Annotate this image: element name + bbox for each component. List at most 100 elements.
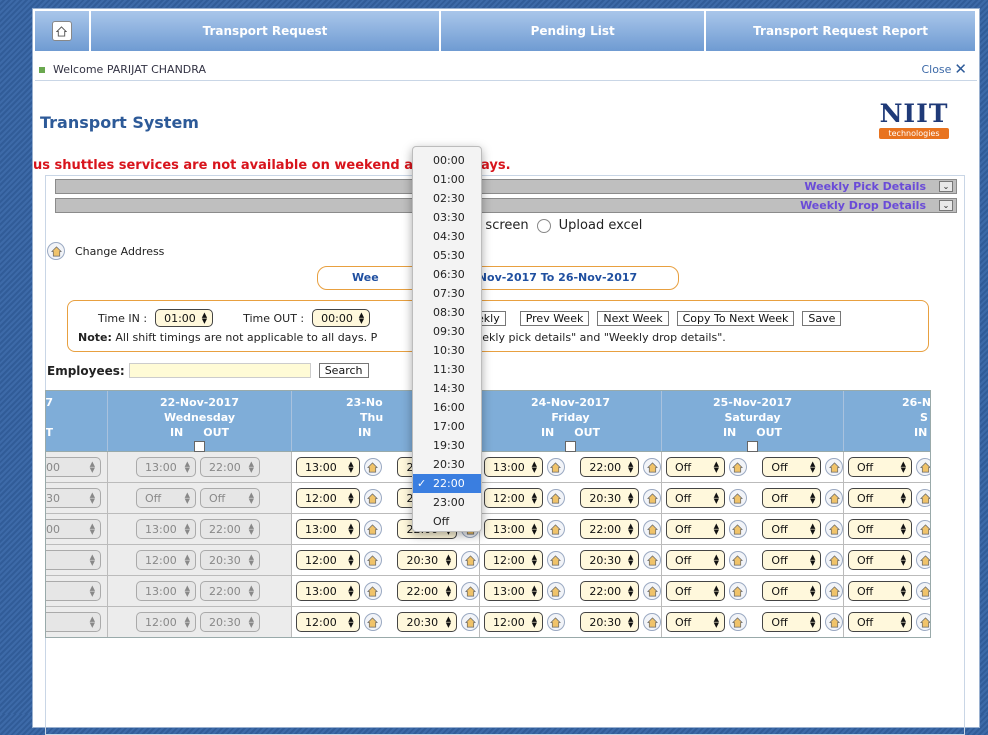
save-button[interactable]: Save (802, 311, 842, 326)
address-icon[interactable] (363, 489, 382, 507)
address-icon[interactable] (643, 458, 661, 476)
time-select[interactable]: Off ▲ ▼ (848, 457, 912, 477)
time-select[interactable]: 22:00▲▼ (397, 581, 458, 601)
time-select[interactable]: 13:00 ▲ ▼ (484, 581, 543, 601)
dropdown-option[interactable]: 16:00 (413, 398, 481, 417)
address-icon[interactable] (916, 582, 930, 600)
dropdown-option[interactable]: 10:30 (413, 341, 481, 360)
address-icon[interactable] (546, 582, 565, 600)
time-select[interactable]: 13:00 ▲ ▼ (296, 581, 360, 601)
next-week-button[interactable]: Next Week (597, 311, 669, 326)
dropdown-option[interactable]: 01:00 (413, 170, 481, 189)
time-select[interactable]: Off ▲ ▼ (136, 488, 196, 508)
address-icon[interactable] (825, 458, 843, 476)
time-in-select[interactable]: 01:00 ▲ ▼ (155, 309, 214, 327)
address-icon[interactable] (728, 613, 747, 631)
address-icon[interactable] (916, 520, 930, 538)
weekly-drop-details-bar[interactable]: Weekly Drop Details ⌄ (55, 198, 957, 213)
time-select[interactable]: Off ▲ ▼ (200, 488, 260, 508)
time-out-select[interactable]: 00:00 ▲ ▼ (312, 309, 371, 327)
dropdown-option[interactable]: 20:30 (413, 455, 481, 474)
address-icon[interactable] (643, 489, 661, 507)
time-select[interactable]: ▲ ▼ (46, 550, 101, 570)
time-select[interactable]: Off ▲ ▼ (762, 519, 822, 539)
tab-transport-request[interactable]: Transport Request (90, 11, 440, 51)
address-icon[interactable] (825, 551, 843, 569)
address-icon[interactable] (643, 520, 661, 538)
time-select[interactable]: 13:00 ▲ ▼ (296, 519, 360, 539)
address-icon[interactable] (546, 489, 565, 507)
time-select[interactable]: 13:00 ▲ ▼ (136, 519, 196, 539)
time-select[interactable]: Off ▲ ▼ (762, 581, 822, 601)
upload-excel-radio[interactable] (536, 218, 551, 233)
dropdown-option[interactable]: 14:30 (413, 379, 481, 398)
time-select[interactable]: 22:00▲▼ (200, 581, 260, 601)
time-select[interactable]: 13:00 ▲ ▼ (136, 581, 196, 601)
time-select[interactable]: 12:00 ▲ ▼ (296, 550, 360, 570)
address-icon[interactable] (728, 520, 747, 538)
time-select[interactable]: 22:00▲▼ (200, 519, 260, 539)
time-select[interactable]: 20:30▲▼ (397, 612, 458, 632)
select-all-checkbox[interactable] (194, 441, 205, 452)
time-select[interactable]: 12:00 ▲ ▼ (296, 612, 360, 632)
address-icon[interactable] (916, 458, 930, 476)
time-select[interactable]: 22:00▲▼ (580, 457, 640, 477)
dropdown-option[interactable]: 02:30 (413, 189, 481, 208)
copy-to-next-week-button[interactable]: Copy To Next Week (676, 311, 795, 326)
address-icon[interactable] (825, 613, 843, 631)
time-select[interactable]: 12:00 ▲ ▼ (296, 488, 360, 508)
time-select[interactable]: 20:30▲▼ (580, 550, 640, 570)
dropdown-option[interactable]: 17:00 (413, 417, 481, 436)
time-select[interactable]: Off ▲ ▼ (666, 550, 725, 570)
dropdown-option[interactable]: Off (413, 512, 481, 531)
tab-transport-request-report[interactable]: Transport Request Report (706, 11, 975, 51)
address-icon[interactable] (728, 582, 747, 600)
address-icon[interactable] (363, 520, 382, 538)
time-select[interactable]: 00 ▲ ▼ (46, 519, 101, 539)
search-button[interactable]: Search (318, 363, 369, 378)
time-select[interactable]: Off ▲ ▼ (848, 581, 912, 601)
employee-search-input[interactable] (128, 363, 311, 378)
dropdown-option[interactable]: 04:30 (413, 227, 481, 246)
dropdown-option[interactable]: 06:30 (413, 265, 481, 284)
address-icon[interactable] (825, 520, 843, 538)
time-select[interactable]: 12:00 ▲ ▼ (136, 550, 196, 570)
address-icon[interactable] (546, 520, 565, 538)
dropdown-option[interactable]: ✓ 22:00 (413, 474, 481, 493)
dropdown-option[interactable]: 07:30 (413, 284, 481, 303)
address-icon[interactable] (916, 489, 930, 507)
address-icon[interactable] (916, 551, 930, 569)
address-icon[interactable] (546, 613, 565, 631)
dropdown-option[interactable]: 23:00 (413, 493, 481, 512)
change-address-icon[interactable] (47, 242, 65, 260)
address-icon[interactable] (643, 582, 661, 600)
address-icon[interactable] (728, 551, 747, 569)
address-icon[interactable] (825, 489, 843, 507)
time-select[interactable]: Off ▲ ▼ (666, 581, 725, 601)
time-select[interactable]: Off ▲ ▼ (848, 519, 912, 539)
change-address-label[interactable]: Change Address (75, 245, 164, 258)
time-select[interactable]: Off ▲ ▼ (666, 519, 725, 539)
address-icon[interactable] (363, 582, 382, 600)
time-select[interactable]: ▲ ▼ (46, 612, 101, 632)
address-icon[interactable] (363, 458, 382, 476)
time-select[interactable]: Off ▲ ▼ (666, 457, 725, 477)
time-select[interactable]: 13:00 ▲ ▼ (484, 519, 543, 539)
time-select[interactable]: 00 ▲ ▼ (46, 457, 101, 477)
address-icon[interactable] (461, 551, 479, 569)
time-select[interactable]: 12:00 ▲ ▼ (136, 612, 196, 632)
time-select[interactable]: 12:00 ▲ ▼ (484, 612, 543, 632)
address-icon[interactable] (728, 489, 747, 507)
time-select[interactable]: Off ▲ ▼ (666, 488, 725, 508)
dropdown-option[interactable]: 19:30 (413, 436, 481, 455)
address-icon[interactable] (643, 551, 661, 569)
dropdown-option[interactable]: 05:30 (413, 246, 481, 265)
address-icon[interactable] (546, 458, 565, 476)
time-select[interactable]: 30 ▲ ▼ (46, 488, 101, 508)
time-select[interactable]: Off ▲ ▼ (666, 612, 725, 632)
address-icon[interactable] (916, 613, 930, 631)
address-icon[interactable] (825, 582, 843, 600)
time-select[interactable]: 13:00 ▲ ▼ (484, 457, 543, 477)
time-select[interactable]: 12:00 ▲ ▼ (484, 550, 543, 570)
home-button[interactable] (35, 11, 89, 51)
